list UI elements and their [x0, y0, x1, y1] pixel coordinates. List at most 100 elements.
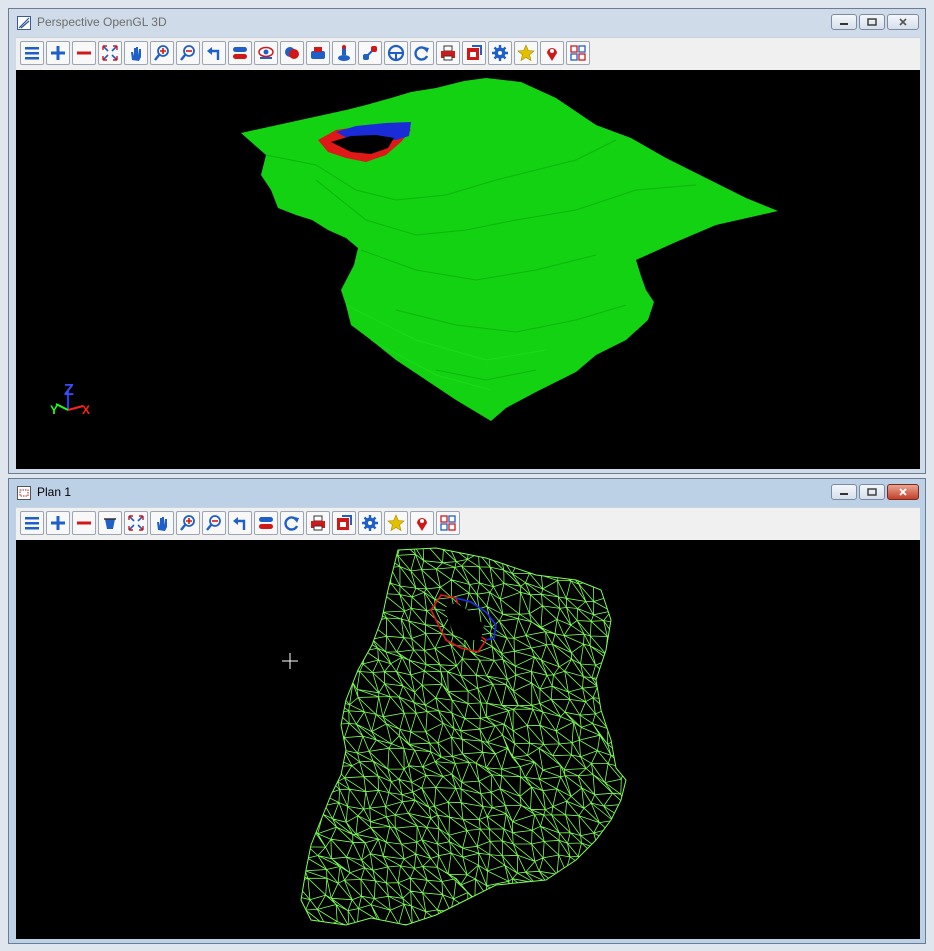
fit-extents-button[interactable]	[98, 41, 122, 65]
plan-window: Plan 1	[8, 478, 926, 944]
axis-y-label: Y	[50, 403, 58, 417]
crosshair-cursor	[282, 653, 298, 669]
plan-titlebar[interactable]: Plan 1	[9, 479, 925, 506]
export-button[interactable]	[462, 41, 486, 65]
zoom-magnify-plus-button[interactable]	[150, 41, 174, 65]
close-icon	[899, 18, 907, 26]
zoom-magnify-minus-button[interactable]	[176, 41, 200, 65]
previous-view-button[interactable]	[228, 511, 252, 535]
favorite-star-icon	[517, 44, 535, 62]
print-icon	[311, 515, 325, 531]
tin-wireframe	[282, 547, 627, 926]
menu-button[interactable]	[20, 41, 44, 65]
steering-button[interactable]	[384, 41, 408, 65]
grid-icon	[570, 45, 586, 61]
bucket-icon	[104, 518, 116, 529]
plan-view-icon	[17, 486, 31, 500]
toggle-button[interactable]	[228, 41, 252, 65]
refresh-icon	[284, 516, 299, 531]
close-button[interactable]	[887, 484, 919, 500]
axis-z-label: Z	[64, 382, 74, 399]
minimize-button[interactable]	[831, 484, 857, 500]
export-icon	[467, 45, 482, 60]
minimize-icon	[840, 493, 848, 495]
bucket-button[interactable]	[98, 511, 122, 535]
refresh-button[interactable]	[280, 511, 304, 535]
export-button[interactable]	[332, 511, 356, 535]
zoom-in-plus-icon	[51, 516, 65, 530]
zoom-magnify-plus-button[interactable]	[176, 511, 200, 535]
zoom-in-plus-button[interactable]	[46, 511, 70, 535]
print-button[interactable]	[436, 41, 460, 65]
favorite-star-icon	[387, 514, 405, 532]
restore-icon	[867, 18, 877, 26]
perspective-3d-icon	[17, 16, 31, 30]
toggle-button[interactable]	[254, 511, 278, 535]
eye-button[interactable]	[254, 41, 278, 65]
zoom-magnify-minus-button[interactable]	[202, 511, 226, 535]
export-icon	[337, 515, 352, 530]
favorite-star-button[interactable]	[514, 41, 538, 65]
zoom-magnify-minus-icon	[206, 515, 221, 531]
view-button[interactable]	[358, 41, 382, 65]
axis-triad: Z Y X	[50, 382, 90, 417]
light-button[interactable]	[332, 41, 356, 65]
shading-icon	[285, 47, 299, 59]
toggle-icon	[233, 47, 247, 59]
settings-gear-button[interactable]	[358, 511, 382, 535]
maximize-button[interactable]	[859, 14, 885, 30]
location-pin-icon	[547, 48, 557, 61]
close-button[interactable]	[887, 14, 919, 30]
shading-button[interactable]	[280, 41, 304, 65]
plan-toolbar	[16, 507, 920, 540]
minimize-button[interactable]	[831, 14, 857, 30]
pan-hand-button[interactable]	[124, 41, 148, 65]
print-icon	[441, 45, 455, 61]
pan-hand-button[interactable]	[150, 511, 174, 535]
print-button[interactable]	[306, 511, 330, 535]
zoom-magnify-plus-icon	[154, 45, 169, 61]
render-button[interactable]	[306, 41, 330, 65]
axis-x-label: X	[82, 403, 90, 417]
light-icon	[338, 45, 350, 61]
perspective-viewport[interactable]: Z Y X	[16, 70, 920, 469]
previous-view-button[interactable]	[202, 41, 226, 65]
zoom-out-minus-button[interactable]	[72, 511, 96, 535]
restore-icon	[867, 488, 877, 496]
zoom-magnify-plus-icon	[180, 515, 195, 531]
grid-button[interactable]	[566, 41, 590, 65]
view-icon	[363, 46, 377, 60]
zoom-in-plus-icon	[51, 46, 65, 60]
menu-button[interactable]	[20, 511, 44, 535]
zoom-out-minus-icon	[77, 521, 91, 525]
fit-extents-icon	[128, 515, 144, 531]
menu-icon	[25, 47, 39, 60]
refresh-button[interactable]	[410, 41, 434, 65]
location-pin-icon	[417, 518, 427, 531]
zoom-out-minus-button[interactable]	[72, 41, 96, 65]
minimize-icon	[840, 23, 848, 25]
render-icon	[311, 47, 325, 59]
favorite-star-button[interactable]	[384, 511, 408, 535]
pan-hand-icon	[131, 47, 141, 61]
window-title: Perspective OpenGL 3D	[37, 15, 167, 29]
refresh-icon	[414, 46, 429, 61]
fit-extents-button[interactable]	[124, 511, 148, 535]
plan-viewport[interactable]	[16, 540, 920, 939]
settings-gear-icon	[492, 45, 508, 61]
maximize-button[interactable]	[859, 484, 885, 500]
location-pin-button[interactable]	[540, 41, 564, 65]
steering-icon	[387, 44, 405, 62]
perspective-toolbar	[16, 37, 920, 70]
eye-icon	[258, 46, 274, 59]
zoom-in-plus-button[interactable]	[46, 41, 70, 65]
perspective-titlebar[interactable]: Perspective OpenGL 3D	[9, 9, 925, 36]
terrain-3d-render: Z Y X	[50, 78, 778, 421]
location-pin-button[interactable]	[410, 511, 434, 535]
grid-button[interactable]	[436, 511, 460, 535]
fit-extents-icon	[102, 45, 118, 61]
settings-gear-button[interactable]	[488, 41, 512, 65]
zoom-out-minus-icon	[77, 51, 91, 55]
previous-view-icon	[233, 517, 246, 530]
toggle-icon	[259, 517, 273, 529]
